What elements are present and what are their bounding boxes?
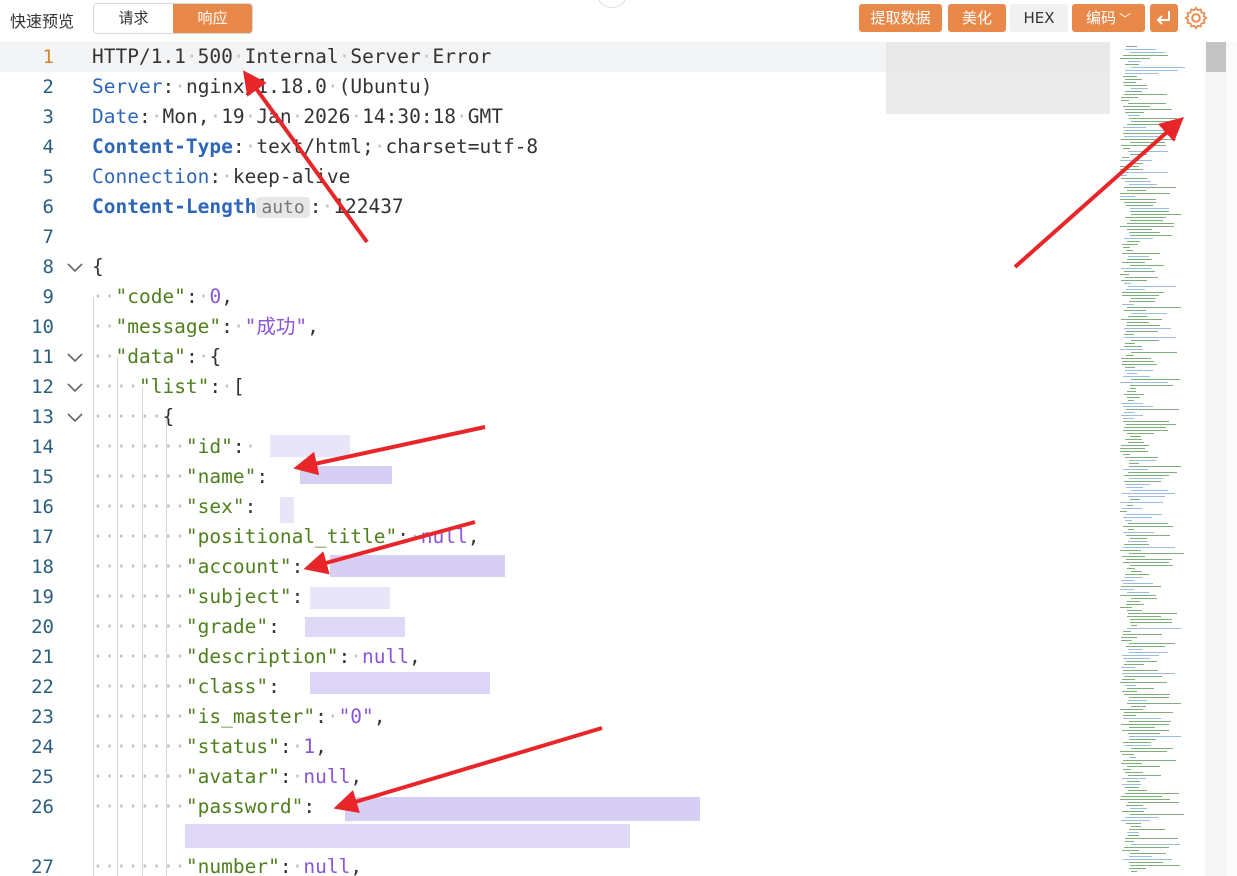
arrow-status bbox=[242, 70, 369, 244]
annotation-arrows bbox=[242, 70, 1184, 814]
arrow-minimap bbox=[1013, 117, 1184, 269]
arrow-account bbox=[303, 520, 476, 575]
arrow-name bbox=[293, 425, 486, 476]
arrow-password bbox=[333, 726, 603, 814]
